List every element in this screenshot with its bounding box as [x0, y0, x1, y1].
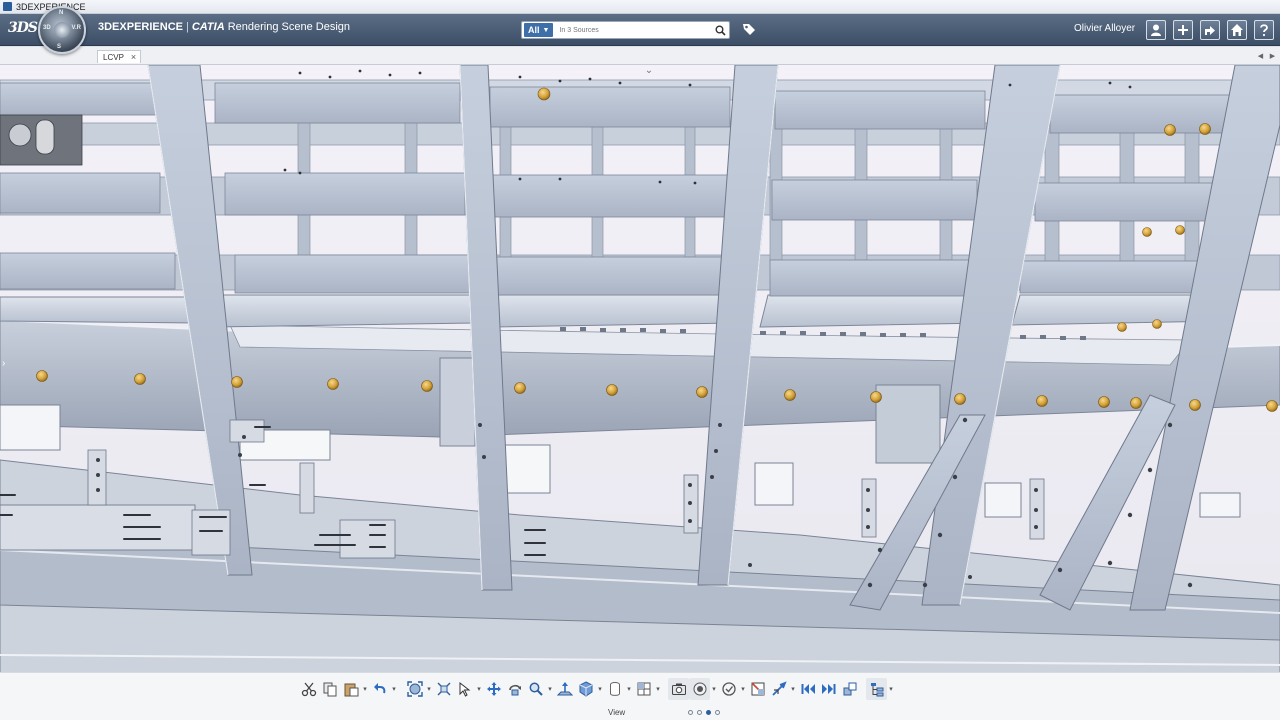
chevron-down-icon[interactable]: ▾ [654, 678, 662, 700]
iso-view-icon[interactable] [575, 678, 596, 700]
help-icon[interactable] [1254, 20, 1274, 40]
product-label: CATIA [191, 21, 225, 33]
close-icon[interactable]: × [131, 52, 136, 62]
3d-model-scene[interactable] [0, 65, 1280, 675]
chevron-down-icon[interactable]: ▾ [596, 678, 604, 700]
chevron-down-icon[interactable]: ▾ [425, 678, 433, 700]
normal-view-icon[interactable] [554, 678, 575, 700]
pager-dot[interactable] [688, 710, 693, 715]
chevron-down-icon[interactable]: ▾ [887, 678, 895, 700]
pager-dot[interactable] [715, 710, 720, 715]
top-bar: 3DS 3DEXPERIENCE | CATIA Rendering Scene D… [0, 14, 1280, 46]
visualization-icon[interactable] [689, 678, 710, 700]
chevron-down-icon[interactable]: ▾ [475, 678, 483, 700]
chevron-down-icon: ▼ [542, 26, 550, 34]
chevron-down-icon[interactable]: ▾ [739, 678, 747, 700]
chevron-down-icon[interactable]: ▾ [625, 678, 633, 700]
home-icon[interactable] [1227, 20, 1247, 40]
search-scope-dropdown[interactable]: All ▼ [524, 23, 554, 37]
toolbar-pager [688, 710, 724, 715]
pan-icon[interactable] [483, 678, 504, 700]
tab-lcvp[interactable]: LCVP × [97, 50, 142, 63]
zoom-icon[interactable] [525, 678, 546, 700]
copy-icon[interactable] [319, 678, 340, 700]
share-icon[interactable] [1200, 20, 1220, 40]
action-bar: ▾ ▾ ▾ ▾ ▾ ▾ ▾ ▾ ▾ ▾ ▾ ▾ View [0, 672, 1280, 720]
chevron-down-icon[interactable]: ▾ [361, 678, 369, 700]
chevron-down-icon[interactable]: ▾ [546, 678, 554, 700]
shelves [0, 294, 1226, 328]
fit-all-icon[interactable] [404, 678, 425, 700]
section-icon[interactable] [747, 678, 768, 700]
chevron-down-icon[interactable]: ▾ [390, 678, 398, 700]
undo-icon[interactable] [369, 678, 390, 700]
compass-n: N [59, 10, 64, 16]
tab-strip: LCVP × ◀ ▶ [0, 47, 1280, 65]
tag-icon[interactable] [742, 22, 758, 38]
app-small-icon [3, 2, 12, 11]
compass-e: V.R [71, 25, 81, 31]
capture-icon[interactable] [668, 678, 689, 700]
ds-logo-icon[interactable]: 3DS [8, 20, 38, 36]
paste-icon[interactable] [340, 678, 361, 700]
user-name[interactable]: Olivier Alloyer [1074, 23, 1135, 34]
search-icon[interactable] [711, 22, 729, 38]
chevron-down-icon[interactable]: ▾ [789, 678, 797, 700]
last-frame-icon[interactable] [818, 678, 839, 700]
search-input[interactable] [553, 23, 711, 37]
chevron-down-icon[interactable]: ▾ [710, 678, 718, 700]
chevron-down-icon[interactable]: ⌄ [642, 65, 656, 76]
rotate-icon[interactable] [504, 678, 525, 700]
machinery [0, 114, 83, 166]
add-icon[interactable] [1173, 20, 1193, 40]
chevron-right-icon[interactable]: › [2, 358, 10, 372]
search-scope-label: All [528, 25, 540, 35]
3d-viewport[interactable]: › ⌄ [0, 65, 1280, 675]
first-frame-icon[interactable] [797, 678, 818, 700]
view-toolbar: ▾ ▾ ▾ ▾ ▾ ▾ ▾ ▾ ▾ ▾ ▾ ▾ [298, 676, 895, 702]
cut-icon[interactable] [298, 678, 319, 700]
swap-icon[interactable] [839, 678, 860, 700]
cull-icon[interactable] [718, 678, 739, 700]
brand-label: 3DEXPERIENCE [98, 21, 183, 33]
search-box: All ▼ [521, 21, 730, 39]
pager-dot[interactable] [697, 710, 702, 715]
zoom-area-icon[interactable] [433, 678, 454, 700]
section-label-view[interactable]: View [608, 708, 625, 717]
tab-label: LCVP [103, 52, 124, 62]
tree-icon[interactable] [866, 678, 887, 700]
compass-w: 3D [43, 25, 51, 31]
title-separator: | [185, 21, 189, 33]
user-icon[interactable] [1146, 20, 1166, 40]
compass-s: S [57, 44, 62, 50]
tab-scroll-left-icon[interactable]: ◀ [1256, 51, 1265, 60]
compass-icon[interactable]: N 3D V.R S [38, 6, 86, 54]
os-title-bar: 3DEXPERIENCE [0, 0, 1280, 14]
pager-dot-active[interactable] [706, 710, 711, 715]
tab-scroll-right-icon[interactable]: ▶ [1268, 51, 1277, 60]
cylinder-icon[interactable] [604, 678, 625, 700]
app-title: 3DEXPERIENCE | CATIA Rendering Scene Desig… [98, 21, 350, 33]
app-name-label: Rendering Scene Design [227, 21, 351, 33]
select-icon[interactable] [454, 678, 475, 700]
split-view-icon[interactable] [633, 678, 654, 700]
fly-icon[interactable] [768, 678, 789, 700]
app-window: 3DEXPERIENCE 3DS 3DEXPERIENCE | CATIA Rend… [0, 0, 1280, 720]
